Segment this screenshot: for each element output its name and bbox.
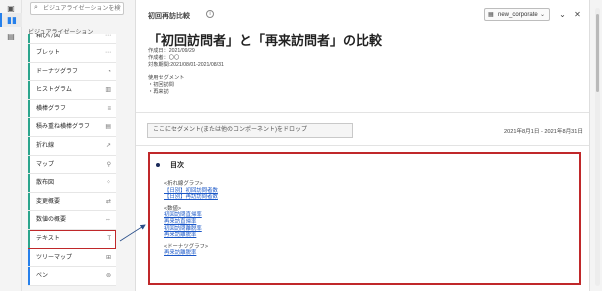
segment-drop-zone[interactable]: ここにセグメント(または他のコンポーネント)をドロップ	[147, 123, 353, 138]
toc-link[interactable]: 再来訪離脱率	[164, 250, 218, 257]
visualization-item[interactable]: 横棒グラフ ≡	[28, 99, 116, 119]
visualization-item-label: 数値の概要	[36, 217, 67, 224]
item-color-bar	[28, 248, 30, 267]
visualization-item-label: テキスト	[36, 235, 60, 242]
visualization-item[interactable]: 変更概要 ⇄	[28, 192, 116, 212]
visualization-sidebar: ⌕ ビジュアライゼーション 箱ひげ図⋯ブレット⋯ドーナツグラフ◔ヒストグラム▥横…	[22, 0, 147, 291]
item-color-bar	[28, 62, 30, 81]
item-color-bar	[28, 192, 30, 211]
target-period: 対象期間:2021/08/01-2021/08/31	[148, 62, 224, 68]
item-color-bar	[28, 229, 30, 248]
summary-number-icon: ⇔	[105, 217, 111, 224]
visualizations-icon[interactable]: ▮▮	[0, 13, 22, 27]
divider	[136, 145, 589, 146]
item-color-bar	[28, 155, 30, 174]
visualization-item-label: ツリーマップ	[36, 254, 73, 261]
visualization-item[interactable]: ベン ⊚	[28, 267, 116, 286]
visualization-item[interactable]: 散布図 ⁘	[28, 174, 116, 193]
collapse-button[interactable]: ⌄	[557, 8, 568, 21]
item-color-bar	[28, 34, 30, 43]
map-icon: ⚲	[106, 161, 111, 168]
visualization-item-label: 散布図	[36, 180, 55, 187]
icon-rail: ▣ ▮▮ ▤	[0, 0, 22, 291]
visualization-item[interactable]: テキスト T	[28, 229, 116, 249]
treemap-icon: ⊞	[105, 254, 111, 261]
visualization-item-label: ヒストグラム	[36, 87, 72, 94]
item-color-bar	[28, 174, 30, 192]
search-input[interactable]	[43, 4, 121, 14]
table-icon[interactable]: ▤	[6, 32, 16, 42]
toc-link[interactable]: 【日別】再訪訪問者数	[164, 194, 218, 201]
item-color-bar	[28, 44, 30, 62]
author: 作成者：〇〇	[148, 55, 180, 61]
toc-link[interactable]: 再来訪離脱率	[164, 232, 218, 239]
freeform-panel: 初回再訪比較 i ▦ new_corporate ⌄ ⌄ ✕ 「初回訪問者」と「…	[135, 0, 590, 291]
toc-link[interactable]: 再来訪直帰率	[164, 219, 218, 226]
panel-header: 初回再訪比較 i ▦ new_corporate ⌄ ⌄ ✕	[136, 0, 589, 26]
histogram-icon: ▥	[105, 87, 111, 94]
bullet-icon: ⋯	[105, 50, 111, 56]
segment-item: ・初回訪問	[148, 82, 174, 88]
visualization-item[interactable]: 箱ひげ図 ⋯	[28, 34, 116, 44]
visualization-item[interactable]: マップ ⚲	[28, 155, 116, 175]
visualization-item-label: ベン	[36, 273, 49, 280]
page-scroll-thumb[interactable]	[596, 14, 599, 92]
visualization-item-label: ドーナツグラフ	[36, 68, 79, 75]
visualization-item-label: 箱ひげ図	[36, 34, 61, 39]
report-suite-dropdown[interactable]: ▦ new_corporate ⌄	[484, 8, 550, 21]
line-chart-icon: ↗	[105, 142, 111, 149]
text-icon: T	[107, 235, 111, 242]
venn-icon: ⊚	[105, 273, 111, 280]
toc-link[interactable]: 初回訪問直帰率	[164, 212, 218, 219]
search-icon: ⌕	[34, 4, 38, 11]
created-date: 作成日：2021/09/29	[148, 48, 195, 54]
visualization-item[interactable]: 積み重ね横棒グラフ ▤	[28, 118, 116, 137]
scatter-icon: ⁘	[105, 180, 111, 187]
panel-title[interactable]: 初回再訪比較	[148, 11, 190, 21]
visualization-item-label: 横棒グラフ	[36, 105, 67, 112]
item-color-bar	[28, 136, 30, 155]
visualization-item-label: マップ	[36, 161, 55, 168]
visualization-item[interactable]: 数値の概要 ⇔	[28, 211, 116, 230]
visualization-item[interactable]: ドーナツグラフ ◔	[28, 62, 116, 82]
segment-item: ・再来訪	[148, 89, 169, 95]
close-button[interactable]: ✕	[572, 8, 583, 21]
toc-heading: 目次	[156, 160, 184, 170]
report-suite-value: new_corporate	[498, 12, 538, 18]
donut-icon: ◔	[107, 68, 111, 75]
horizontal-bar-icon: ≡	[107, 105, 111, 112]
item-color-bar	[28, 99, 30, 118]
visualization-item[interactable]: ツリーマップ ⊞	[28, 248, 116, 268]
segment-label: 使用セグメント	[148, 75, 185, 81]
visualization-item-label: 折れ線	[36, 142, 55, 149]
visualization-list: 箱ひげ図 ⋯ ブレット ⋯ ドーナツグラフ ◔ ヒストグラム ▥ 横棒グラフ ≡ 積み重ね横棒グラフ…	[28, 34, 116, 286]
visualization-item[interactable]: ブレット ⋯	[28, 44, 116, 63]
visualization-item-label: 変更概要	[36, 198, 61, 205]
divider	[136, 112, 589, 113]
report-suite-icon: ▦	[488, 12, 494, 18]
visualization-item-label: 積み重ね横棒グラフ	[36, 124, 91, 131]
item-color-bar	[28, 211, 30, 229]
visualization-item[interactable]: 折れ線 ↗	[28, 136, 116, 156]
box-plot-icon: ⋯	[105, 34, 111, 39]
visualization-item[interactable]: ヒストグラム ▥	[28, 81, 116, 100]
stacked-bar-icon: ▤	[105, 124, 111, 131]
item-color-bar	[28, 81, 30, 99]
page-scrollbar[interactable]	[595, 8, 600, 286]
change-summary-icon: ⇄	[105, 198, 111, 205]
item-color-bar	[28, 267, 30, 285]
toc-heading-text: 目次	[170, 162, 184, 169]
search-box[interactable]: ⌕	[30, 2, 124, 15]
visualization-item-label: ブレット	[36, 50, 61, 56]
chevron-down-icon: ⌄	[539, 12, 545, 18]
info-icon[interactable]: i	[206, 10, 214, 18]
toc-group-title: <折れ線グラフ>	[164, 181, 203, 187]
text-visualization[interactable]: 目次 <折れ線グラフ> 【日別】初回訪問者数 【日別】再訪訪問者数 <数値> 初回訪問直…	[148, 152, 581, 285]
item-color-bar	[28, 118, 30, 136]
toc-groups: <折れ線グラフ> 【日別】初回訪問者数 【日別】再訪訪問者数 <数値> 初回訪問直帰率再…	[164, 181, 218, 257]
date-range[interactable]: 2021年8月1日 - 2021年8月31日	[504, 127, 583, 135]
bullet-icon	[156, 163, 160, 168]
